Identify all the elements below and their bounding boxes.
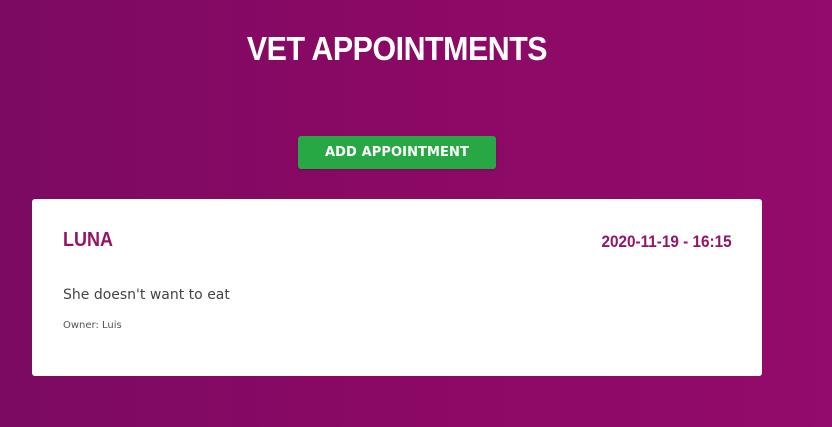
pet-name: LUNA xyxy=(63,229,113,251)
add-appointment-button[interactable]: ADD APPOINTMENT xyxy=(298,136,496,169)
page-title: VET APPOINTMENTS xyxy=(246,30,548,67)
appointment-owner: Owner: Luis xyxy=(63,320,122,331)
appointment-date: 2020-11-19 - 16:15 xyxy=(601,232,732,251)
appointment-symptoms: She doesn't want to eat xyxy=(63,287,230,303)
appointment-card: LUNA 2020-11-19 - 16:15 She doesn't want… xyxy=(32,199,762,376)
